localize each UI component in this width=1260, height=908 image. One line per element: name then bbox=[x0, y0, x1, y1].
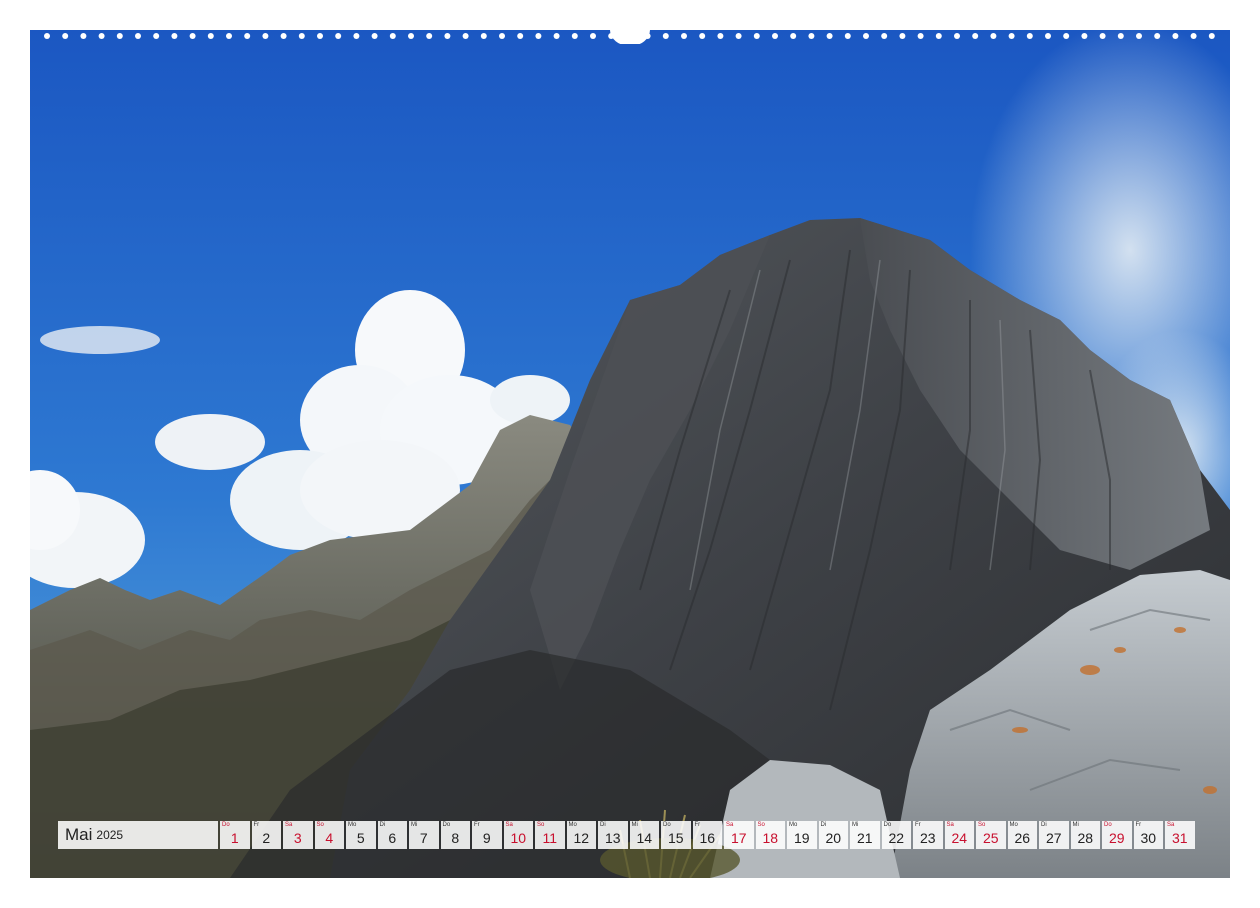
weekday-label: So bbox=[757, 822, 765, 828]
weekday-label: Do bbox=[663, 822, 671, 828]
day-cell: Mi 21 bbox=[850, 821, 880, 849]
weekday-label: So bbox=[316, 822, 324, 828]
weekday-label: Do bbox=[442, 822, 451, 828]
weekday-label: Mi bbox=[852, 822, 859, 828]
day-number: 25 bbox=[982, 830, 999, 846]
weekday-label: So bbox=[537, 822, 545, 828]
day-number: 10 bbox=[510, 830, 527, 846]
day-cell: Do 1 bbox=[220, 821, 250, 849]
day-number: 2 bbox=[262, 830, 271, 846]
day-number: 4 bbox=[325, 830, 334, 846]
month-label-box: Mai 2025 bbox=[58, 821, 218, 849]
weekday-label: Fr bbox=[1135, 822, 1142, 828]
day-cell: Do 15 bbox=[661, 821, 691, 849]
day-cell: Fr 16 bbox=[692, 821, 722, 849]
day-cell: Fr 9 bbox=[472, 821, 502, 849]
day-number: 12 bbox=[573, 830, 590, 846]
day-number: 23 bbox=[919, 830, 936, 846]
day-number: 8 bbox=[451, 830, 460, 846]
weekday-label: Sa bbox=[505, 822, 513, 828]
day-number: 26 bbox=[1014, 830, 1031, 846]
day-cell: Do 8 bbox=[440, 821, 470, 849]
day-cell: So 11 bbox=[535, 821, 565, 849]
day-number: 9 bbox=[482, 830, 491, 846]
weekday-label: Fr bbox=[915, 822, 921, 828]
day-number: 11 bbox=[542, 830, 558, 846]
day-number: 27 bbox=[1045, 830, 1062, 846]
day-cell: Di 27 bbox=[1039, 821, 1069, 849]
weekday-label: Mo bbox=[1009, 822, 1018, 828]
day-cell: Di 13 bbox=[598, 821, 628, 849]
day-number: 5 bbox=[356, 830, 365, 846]
calendar-strip: Mai 2025 Do 1 Fr 2 Sa 3 So 4 Mo 5 Di 6 Mi 7 Do 8 Fr 9 Sa 10… bbox=[58, 821, 1197, 849]
weekday-label: Fr bbox=[694, 822, 701, 828]
day-number: 1 bbox=[230, 830, 239, 846]
day-number: 13 bbox=[604, 830, 621, 846]
weekday-label: So bbox=[978, 822, 986, 828]
weekday-label: Do bbox=[222, 822, 230, 828]
weekday-label: Mi bbox=[411, 822, 418, 828]
weekday-label: Di bbox=[820, 822, 827, 828]
day-cell: Mi 28 bbox=[1070, 821, 1100, 849]
day-cell: Mi 14 bbox=[629, 821, 659, 849]
day-number: 17 bbox=[730, 830, 747, 846]
day-number: 15 bbox=[667, 830, 684, 846]
day-cell: Di 6 bbox=[377, 821, 407, 849]
day-number: 6 bbox=[388, 830, 397, 846]
weekday-label: Sa bbox=[946, 822, 954, 828]
day-cell: Di 20 bbox=[818, 821, 848, 849]
day-number: 20 bbox=[825, 830, 842, 846]
day-cell: Sa 24 bbox=[944, 821, 974, 849]
day-cell: So 25 bbox=[976, 821, 1006, 849]
day-cell: So 4 bbox=[314, 821, 344, 849]
day-cells: Do 1 Fr 2 Sa 3 So 4 Mo 5 Di 6 Mi 7 Do 8 Fr 9 Sa 10 So 11 Mo 12 D… bbox=[220, 821, 1197, 849]
mountain-photo bbox=[30, 30, 1230, 878]
day-number: 3 bbox=[293, 830, 302, 846]
weekday-label: Sa bbox=[726, 822, 734, 828]
day-number: 16 bbox=[699, 830, 716, 846]
day-number: 18 bbox=[762, 830, 779, 846]
day-cell: Fr 23 bbox=[913, 821, 943, 849]
day-number: 29 bbox=[1108, 830, 1125, 846]
weekday-label: Di bbox=[600, 822, 606, 828]
day-cell: Mo 5 bbox=[346, 821, 376, 849]
day-cell: Do 29 bbox=[1102, 821, 1132, 849]
day-cell: Mo 12 bbox=[566, 821, 596, 849]
day-number: 31 bbox=[1171, 830, 1188, 846]
day-cell: Mo 19 bbox=[787, 821, 817, 849]
day-cell: Sa 10 bbox=[503, 821, 533, 849]
weekday-label: Do bbox=[883, 822, 892, 828]
day-number: 7 bbox=[419, 830, 428, 846]
day-number: 24 bbox=[951, 830, 968, 846]
weekday-label: Do bbox=[1104, 822, 1112, 828]
weekday-label: Fr bbox=[253, 822, 260, 828]
day-number: 19 bbox=[793, 830, 810, 846]
day-cell: Mi 7 bbox=[409, 821, 439, 849]
day-cell: Fr 2 bbox=[251, 821, 281, 849]
weekday-label: Di bbox=[379, 822, 386, 828]
day-cell: So 18 bbox=[755, 821, 785, 849]
day-cell: Sa 3 bbox=[283, 821, 313, 849]
day-number: 30 bbox=[1140, 830, 1157, 846]
weekday-label: Mi bbox=[1072, 822, 1079, 828]
weekday-label: Mi bbox=[631, 822, 638, 828]
day-cell: Fr 30 bbox=[1133, 821, 1163, 849]
day-cell: Sa 31 bbox=[1165, 821, 1195, 849]
day-number: 21 bbox=[856, 830, 873, 846]
month-year: 2025 bbox=[96, 828, 124, 842]
day-number: 14 bbox=[636, 830, 653, 846]
weekday-label: Di bbox=[1041, 822, 1047, 828]
day-cell: Mo 26 bbox=[1007, 821, 1037, 849]
weekday-label: Fr bbox=[474, 822, 480, 828]
weekday-label: Mo bbox=[348, 822, 357, 828]
weekday-label: Mo bbox=[568, 822, 577, 828]
day-number: 28 bbox=[1077, 830, 1094, 846]
day-cell: Sa 17 bbox=[724, 821, 754, 849]
weekday-label: Mo bbox=[789, 822, 798, 828]
weekday-label: Sa bbox=[1167, 822, 1175, 828]
day-number: 22 bbox=[888, 830, 905, 846]
day-cell: Do 22 bbox=[881, 821, 911, 849]
weekday-label: Sa bbox=[285, 822, 293, 828]
month-name: Mai bbox=[65, 825, 93, 844]
